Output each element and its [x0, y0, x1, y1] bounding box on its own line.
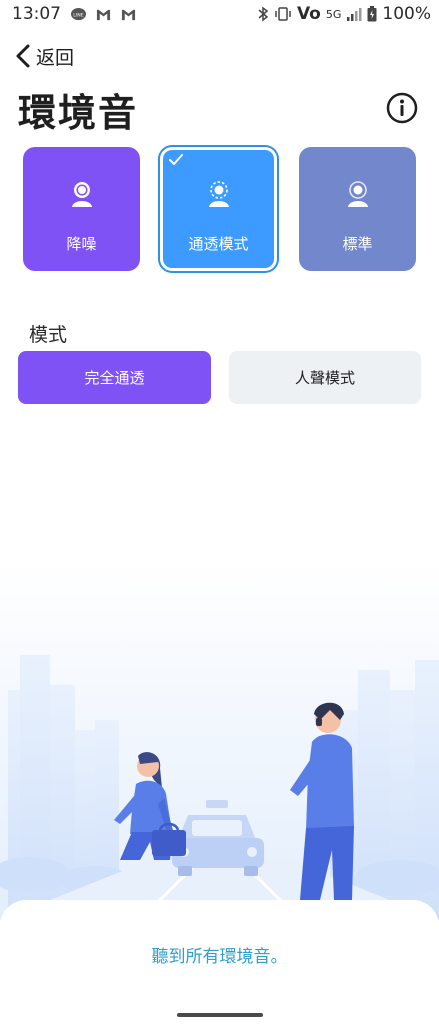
- network-type: 5G: [325, 7, 342, 21]
- full-transparency-button[interactable]: 完全通透: [18, 351, 211, 404]
- gesture-nav-bar[interactable]: [177, 1013, 263, 1017]
- vibrate-icon: [275, 7, 291, 21]
- mode-card-label: 通透模式: [188, 235, 249, 253]
- mode-description: 聽到所有環境音。: [151, 947, 288, 967]
- status-bar: 13:07 LINE Vo 5G 100%: [0, 0, 439, 32]
- line-icon: LINE: [71, 7, 86, 21]
- person-dashed-icon: [208, 181, 229, 207]
- system-icons: Vo 5G 100%: [257, 4, 431, 24]
- gmail-icon: [96, 9, 111, 21]
- notification-icons: LINE: [70, 7, 137, 22]
- gmail-icon: [121, 9, 136, 21]
- battery-icon: [367, 6, 377, 22]
- mode-section-label: 模式: [29, 324, 68, 346]
- info-icon[interactable]: [386, 92, 418, 124]
- bluetooth-icon: [258, 6, 269, 22]
- mode-card-noise-cancelling[interactable]: 降噪: [23, 147, 140, 271]
- svg-text:LINE: LINE: [73, 12, 83, 18]
- back-label: 返回: [36, 46, 75, 69]
- person-icon: [71, 182, 92, 207]
- street-illustration: [0, 560, 439, 920]
- check-icon: [169, 154, 183, 165]
- battery-percent: 100%: [382, 4, 431, 24]
- status-time: 13:07: [12, 4, 61, 24]
- voice-mode-button[interactable]: 人聲模式: [229, 351, 421, 404]
- mode-card-standard[interactable]: 標準: [299, 147, 416, 271]
- back-button[interactable]: 返回: [14, 40, 74, 72]
- mode-card-transparency[interactable]: 通透模式: [160, 147, 277, 271]
- mode-card-label: 標準: [342, 235, 373, 253]
- mode-card-label: 降噪: [66, 235, 97, 253]
- volte-icon: Vo: [296, 4, 321, 24]
- person-ring-icon: [347, 181, 368, 207]
- 5g-signal-icon: [347, 8, 362, 21]
- chevron-left-icon: [16, 44, 30, 68]
- page-title: 環境音: [18, 91, 139, 135]
- bottom-sheet: 聽到所有環境音。: [0, 900, 439, 1024]
